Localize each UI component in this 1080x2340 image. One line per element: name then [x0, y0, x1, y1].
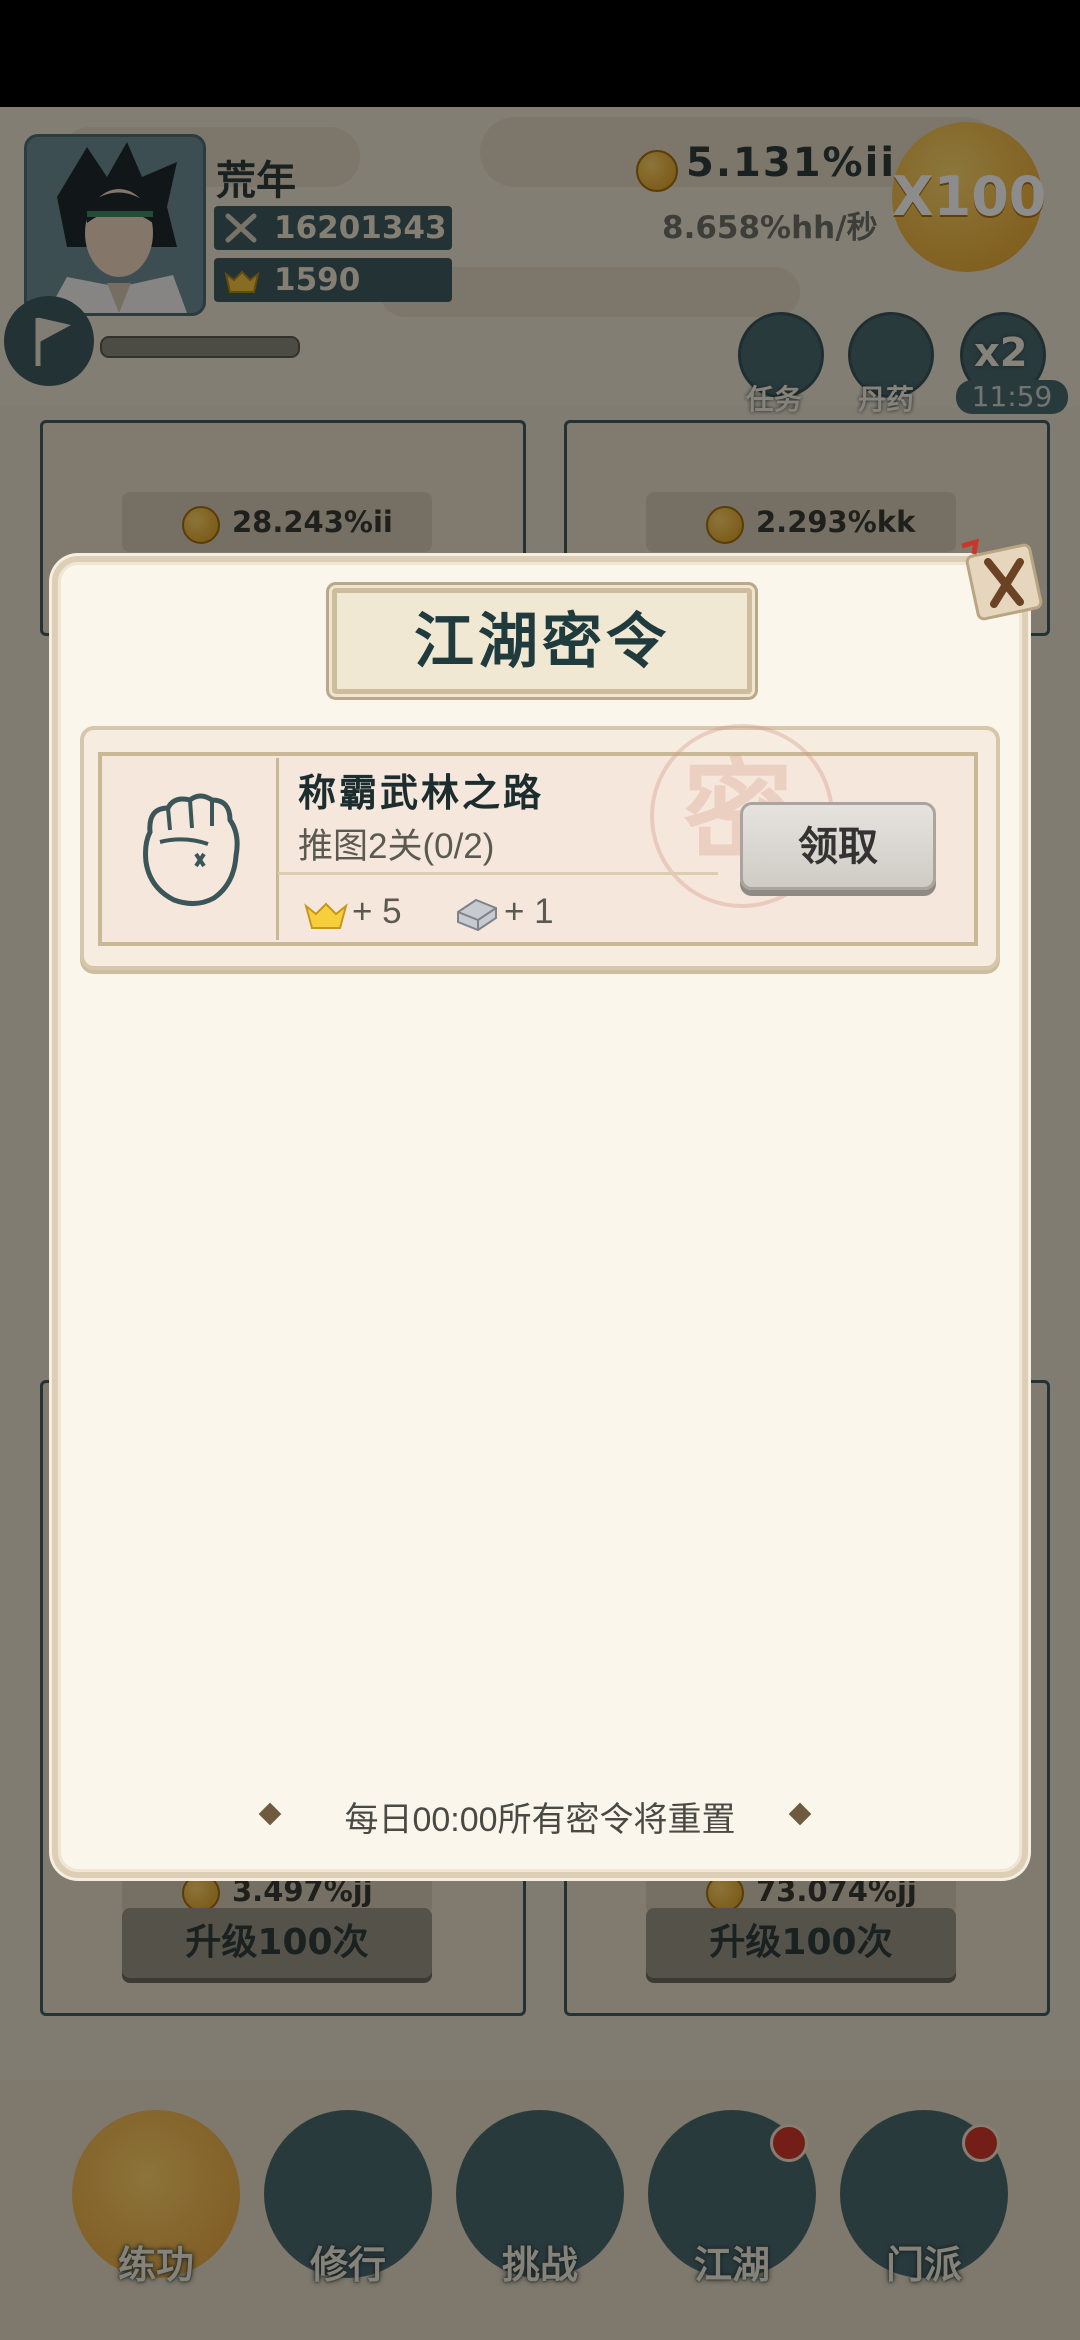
reset-note: 每日00:00所有密令将重置 [344, 1801, 736, 1839]
close-icon [961, 538, 1043, 621]
divider [278, 872, 718, 875]
mission-name: 称霸武林之路 [298, 771, 545, 815]
reward-gold-amount: + 5 [352, 892, 402, 931]
silver-ingot-icon [457, 898, 497, 932]
claim-button[interactable]: 领取 [740, 802, 936, 890]
gold-ingot-icon [304, 902, 348, 929]
reward-silver-amount: + 1 [504, 892, 554, 931]
fist-icon [143, 793, 240, 906]
mission-progress: 推图2关(0/2) [298, 827, 495, 866]
status-bar [0, 0, 1080, 107]
mission-icon-frame [104, 758, 279, 940]
close-button[interactable] [954, 532, 1054, 632]
dialog-title: 江湖密令 [414, 607, 670, 677]
